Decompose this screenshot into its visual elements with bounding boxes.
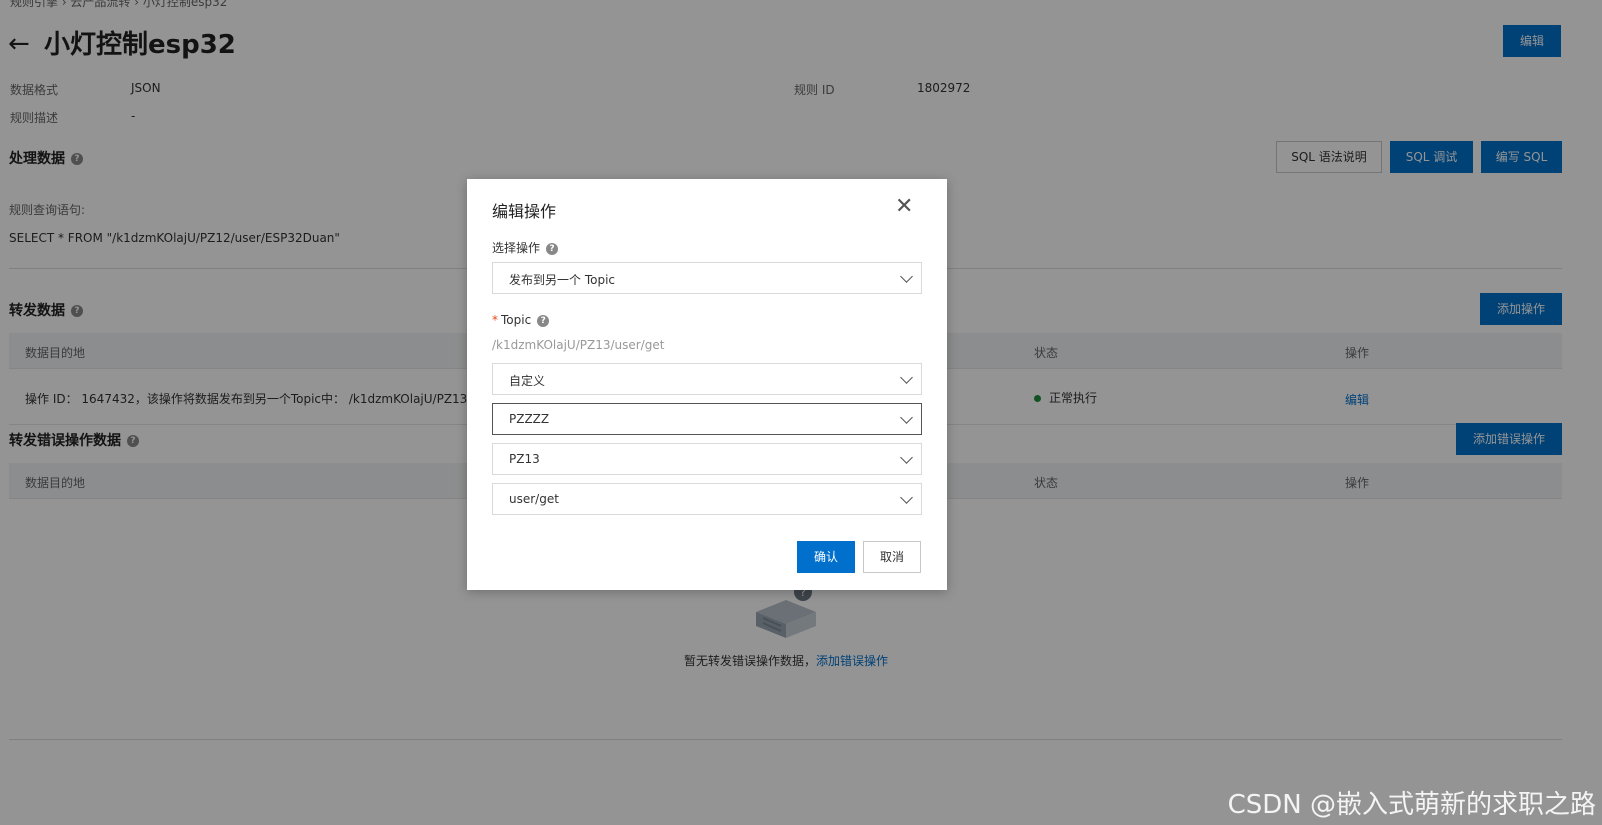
topic-type-value: 自定义 bbox=[509, 374, 546, 388]
topic-type-dropdown[interactable]: 自定义 bbox=[492, 363, 922, 395]
close-icon[interactable]: ✕ bbox=[895, 195, 913, 219]
select-action-label-text: 选择操作 bbox=[492, 241, 541, 255]
chevron-down-icon bbox=[900, 411, 913, 424]
topic-label-text: Topic bbox=[501, 313, 532, 327]
chevron-down-icon bbox=[900, 371, 913, 384]
cancel-button[interactable]: 取消 bbox=[863, 541, 921, 573]
product-value: PZZZZ bbox=[509, 412, 550, 426]
chevron-down-icon bbox=[900, 451, 913, 464]
required-mark: * bbox=[492, 313, 498, 327]
device-value: PZ13 bbox=[509, 452, 540, 466]
help-icon[interactable]: ? bbox=[546, 242, 559, 255]
select-action-value: 发布到另一个 Topic bbox=[509, 273, 615, 287]
dialog-title: 编辑操作 bbox=[492, 202, 557, 221]
topic-hint: /k1dzmKOlajU/PZ13/user/get bbox=[492, 338, 665, 352]
topic-path-value: user/get bbox=[509, 492, 559, 506]
confirm-button[interactable]: 确认 bbox=[797, 541, 855, 573]
topic-path-dropdown[interactable]: user/get bbox=[492, 483, 922, 515]
topic-label: * Topic? bbox=[492, 313, 550, 327]
device-dropdown[interactable]: PZ13 bbox=[492, 443, 922, 475]
help-icon[interactable]: ? bbox=[537, 314, 550, 327]
chevron-down-icon bbox=[900, 270, 913, 283]
chevron-down-icon bbox=[900, 491, 913, 504]
product-dropdown[interactable]: PZZZZ bbox=[492, 403, 922, 435]
select-action-dropdown[interactable]: 发布到另一个 Topic bbox=[492, 262, 922, 294]
edit-action-dialog: 编辑操作 ✕ 选择操作? 发布到另一个 Topic * Topic? /k1dzm… bbox=[467, 179, 947, 590]
select-action-label: 选择操作? bbox=[492, 239, 559, 256]
watermark: CSDN @嵌入式萌新的求职之路 bbox=[1227, 790, 1596, 820]
